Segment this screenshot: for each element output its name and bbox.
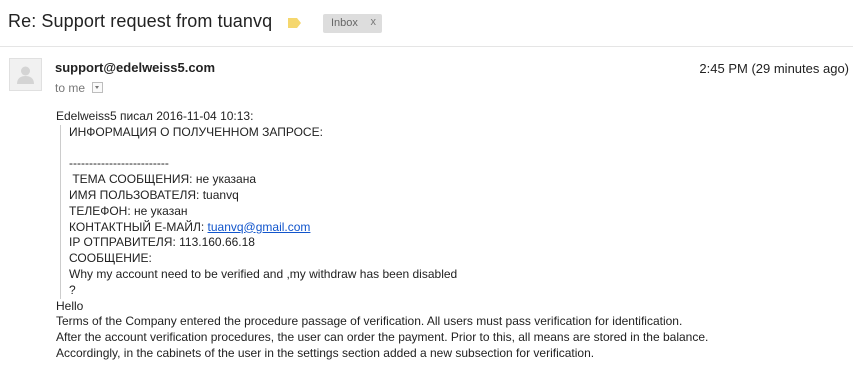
email-view: Re: Support request from tuanvq Inbox x …	[0, 0, 853, 386]
remove-label-button[interactable]: x	[371, 16, 377, 28]
quote-line-blank	[69, 141, 708, 157]
reply-line: After the account verification procedure…	[56, 330, 709, 345]
quote-line-topic: ТЕМА СООБЩЕНИЯ: не указана	[69, 172, 256, 187]
subject-bar: Re: Support request from tuanvq Inbox x	[0, 0, 853, 47]
reply-line: Terms of the Company entered the procedu…	[56, 314, 683, 329]
email-label: КОНТАКТНЫЙ Е-МАЙЛ:	[69, 219, 208, 234]
quote-line-message: Why my account need to be verified and ,…	[69, 266, 458, 281]
quote-line-phone: ТЕЛЕФОН: не указан	[69, 203, 188, 218]
recipient-label: to me	[55, 81, 86, 95]
quote-line-question: ?	[69, 282, 76, 297]
reply-text: Hello Terms of the Company entered the p…	[56, 299, 708, 362]
label-chip-inbox[interactable]: Inbox x	[323, 14, 382, 33]
chevron-down-icon[interactable]	[92, 82, 104, 93]
importance-marker-icon[interactable]	[288, 18, 301, 28]
recipient-line: to me	[55, 81, 104, 95]
quoted-message: ИНФОРМАЦИЯ О ПОЛУЧЕННОМ ЗАПРОСЕ: -------…	[60, 124, 708, 299]
quote-line-email: КОНТАКТНЫЙ Е-МАЙЛ: tuanvq@gmail.com	[69, 220, 708, 236]
quote-line-separator: -------------------------	[69, 156, 169, 171]
quote-line-ip: IP ОТПРАВИТЕЛЯ: 113.160.66.18	[69, 235, 255, 250]
reply-line: Hello	[56, 298, 84, 313]
quote-line-message-label: СООБЩЕНИЕ:	[69, 251, 152, 266]
default-avatar-icon	[17, 66, 34, 84]
label-name: Inbox	[331, 17, 358, 29]
reply-line: Accordingly, in the cabinets of the user…	[56, 345, 595, 360]
email-subject: Re: Support request from tuanvq	[8, 11, 273, 31]
email-body: Edelweiss5 писал 2016-11-04 10:13: ИНФОР…	[56, 109, 708, 362]
email-timestamp[interactable]: 2:45 PM (29 minutes ago)	[699, 61, 849, 76]
contact-email-link[interactable]: tuanvq@gmail.com	[208, 220, 311, 234]
quote-line-info-header: ИНФОРМАЦИЯ О ПОЛУЧЕННОМ ЗАПРОСЕ:	[69, 124, 323, 139]
quote-attribution: Edelweiss5 писал 2016-11-04 10:13:	[56, 109, 254, 123]
quote-line-username: ИМЯ ПОЛЬЗОВАТЕЛЯ: tuanvq	[69, 187, 239, 202]
sender-avatar	[9, 58, 42, 91]
sender-email[interactable]: support@edelweiss5.com	[55, 60, 215, 75]
